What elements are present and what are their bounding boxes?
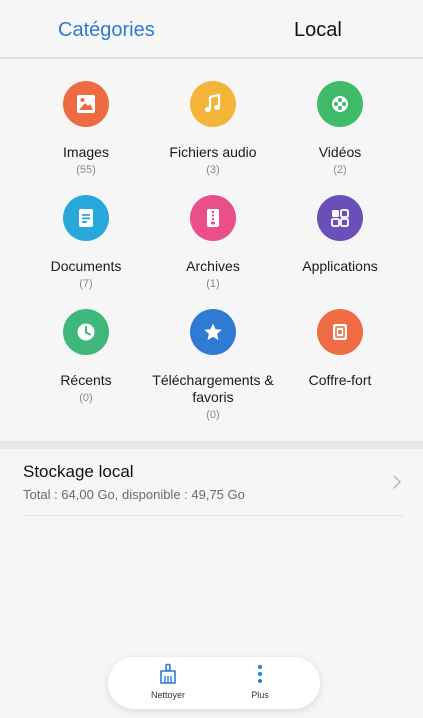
category-label: Récents: [60, 372, 112, 388]
category-safe[interactable]: Coffre-fort: [270, 309, 410, 391]
category-videos[interactable]: Vidéos (2): [270, 81, 410, 177]
tab-local[interactable]: Local: [294, 16, 342, 44]
music-icon: [190, 81, 236, 127]
category-documents[interactable]: Documents (7): [16, 195, 156, 291]
category-count: (7): [79, 278, 93, 290]
category-label: Téléchargements & favoris: [152, 372, 274, 405]
category-label: Fichiers audio: [169, 144, 257, 160]
category-label: Coffre-fort: [308, 372, 372, 388]
row-divider: [23, 515, 404, 516]
more-label: Plus: [251, 690, 269, 700]
clock-icon: [63, 309, 109, 355]
category-recents[interactable]: Récents (0): [16, 309, 156, 405]
category-label: Images: [63, 144, 109, 160]
local-storage-row[interactable]: Stockage local Total : 64,00 Go, disponi…: [0, 449, 423, 517]
document-icon: [63, 195, 109, 241]
category-count: (55): [76, 164, 96, 176]
safe-icon: [317, 309, 363, 355]
category-count: (0): [79, 392, 93, 404]
section-divider: [0, 441, 423, 449]
image-icon: [63, 81, 109, 127]
category-grid: Images (55) Fichiers audio (3) Vidéos (2…: [0, 59, 423, 441]
broom-icon: [128, 663, 208, 685]
video-reel-icon: [317, 81, 363, 127]
category-images[interactable]: Images (55): [16, 81, 156, 177]
more-vertical-icon: [220, 663, 300, 685]
category-count: (2): [333, 164, 347, 176]
clean-label: Nettoyer: [150, 690, 185, 700]
bottom-action-bar: Nettoyer Plus: [108, 657, 320, 709]
category-label: Applications: [302, 258, 378, 274]
clean-button[interactable]: Nettoyer: [128, 663, 208, 703]
category-downloads[interactable]: Téléchargements & favoris (0): [143, 309, 283, 422]
archive-icon: [190, 195, 236, 241]
category-archives[interactable]: Archives (1): [143, 195, 283, 291]
category-label: Vidéos: [318, 144, 362, 160]
star-icon: [190, 309, 236, 355]
tab-bar: Catégories Local: [0, 0, 423, 58]
category-count: (0): [206, 409, 220, 421]
more-button[interactable]: Plus: [220, 663, 300, 703]
category-label: Archives: [186, 258, 240, 274]
chevron-right-icon: [392, 474, 402, 495]
apps-icon: [317, 195, 363, 241]
category-audio[interactable]: Fichiers audio (3): [143, 81, 283, 177]
storage-title: Stockage local: [23, 462, 134, 481]
category-applications[interactable]: Applications: [270, 195, 410, 277]
category-count: (1): [206, 278, 220, 290]
tab-categories[interactable]: Catégories: [58, 16, 155, 44]
category-count: (3): [206, 164, 220, 176]
category-label: Documents: [50, 258, 122, 274]
storage-detail: Total : 64,00 Go, disponible : 49,75 Go: [23, 487, 245, 502]
